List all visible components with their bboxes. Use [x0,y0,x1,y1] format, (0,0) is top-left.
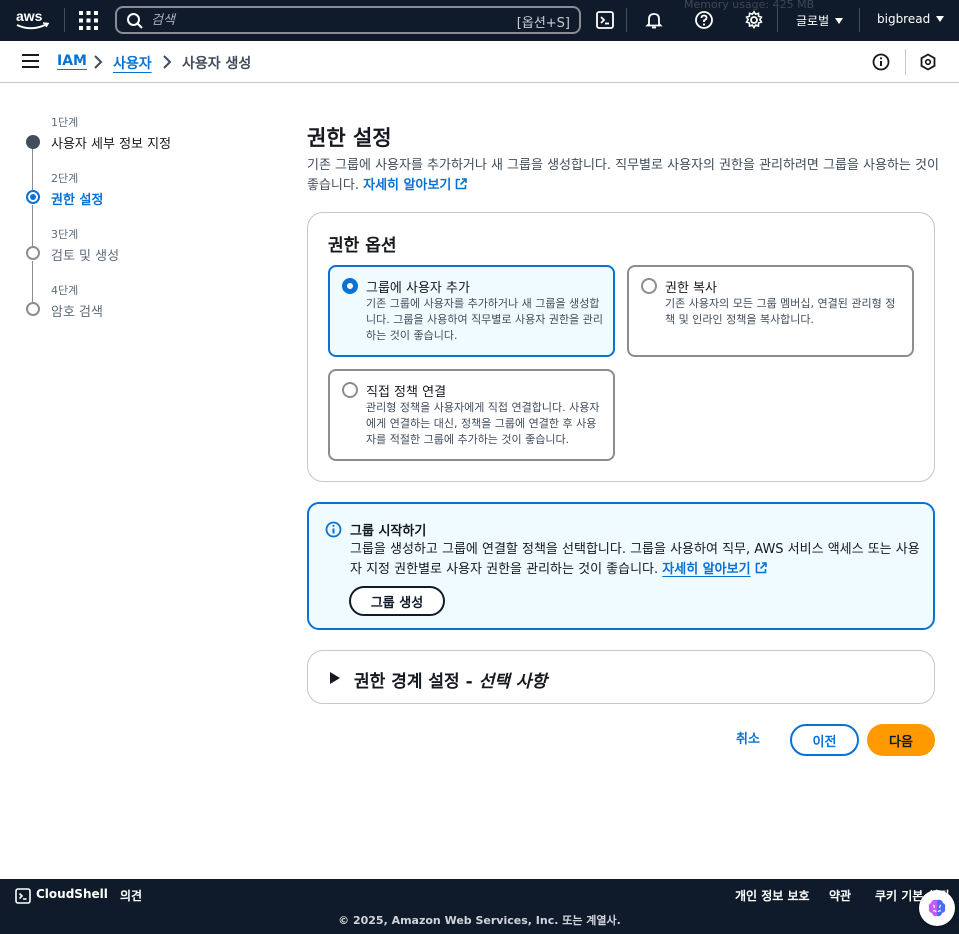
bell-icon[interactable] [644,10,664,30]
radio-unselected[interactable] [342,382,358,398]
option-title: 그룹에 사용자 추가 [366,281,470,296]
info-circle-icon[interactable] [872,53,890,71]
alert-body: 그룹을 생성하고 그룹에 연결할 정책을 선택합니다. 그룹을 사용하여 직무,… [350,540,922,580]
aws-logo[interactable]: aws [14,8,50,32]
chevron-right-icon [94,55,103,69]
option-copy-permissions[interactable]: 권한 복사 기존 사용자의 모든 그룹 멤버십, 연결된 관리형 정책 및 인라… [627,265,914,357]
settings-gear-icon[interactable] [744,10,764,30]
option-title: 직접 정책 연결 [366,385,447,400]
search-input[interactable] [151,10,511,30]
account-menu[interactable]: bigbread [877,12,945,26]
previous-button[interactable]: 이전 [790,724,859,756]
footer-copyright: © 2025, Amazon Web Services, Inc. 또는 계열사… [338,914,621,927]
cloudshell-icon [15,888,31,904]
account-name: bigbread [877,12,931,26]
footer-feedback-link[interactable]: 의견 [120,887,142,904]
expander-title-optional: 선택 사항 [478,672,548,692]
alert-learn-more-link[interactable]: 자세히 알아보기 [662,562,750,577]
footer-privacy-link[interactable]: 개인 정보 보호 [735,887,810,904]
brain-icon [928,899,946,917]
permission-options-panel: 권한 옵션 그룹에 사용자 추가 기존 그룹에 사용자를 추가하거나 새 그룹을… [307,212,935,482]
page-title: 권한 설정 [307,126,392,150]
caret-right-icon [330,672,340,684]
menu-hamburger-icon[interactable] [22,54,39,68]
step-number: 1단계 [51,116,79,129]
learn-more-label: 자세히 알아보기 [363,178,452,193]
alert-learn-more-label: 자세히 알아보기 [662,562,751,577]
nav-divider [626,8,627,32]
step-current-dot [26,190,40,204]
breadcrumb-iam[interactable]: IAM [57,53,87,69]
step-number: 2단계 [51,172,79,185]
option-attach-policies-directly[interactable]: 직접 정책 연결 관리형 정책을 사용자에게 직접 연결합니다. 사용자에게 연… [328,369,615,461]
footer-cloudshell-link[interactable]: CloudShell [36,887,108,901]
breadcrumb-users[interactable]: 사용자 [113,53,152,73]
step-number: 3단계 [51,228,79,241]
option-description: 기존 그룹에 사용자를 추가하거나 새 그룹을 생성합니다. 그룹을 사용하여 … [366,297,603,342]
nav-divider [64,8,65,32]
step-2-label: 권한 설정 [51,193,104,208]
chevron-right-icon [163,55,172,69]
cloudshell-icon[interactable] [595,10,615,30]
radio-selected[interactable] [342,278,358,294]
alert-body-text: 그룹을 생성하고 그룹에 연결할 정책을 선택합니다. 그룹을 사용하여 직무,… [350,542,920,577]
step-connector [32,261,33,302]
step-current-dot-inner [30,194,36,200]
step-connector [32,148,33,190]
radio-unselected[interactable] [641,278,657,294]
step-connector [32,205,33,246]
breadcrumb-divider [905,49,906,75]
permission-options-title: 권한 옵션 [328,236,397,256]
option-description: 기존 사용자의 모든 그룹 멤버십, 연결된 관리형 정책 및 인라인 정책을 … [665,297,896,326]
next-button[interactable]: 다음 [867,724,935,756]
svg-text:aws: aws [16,8,43,24]
hexagon-settings-icon[interactable] [919,53,937,71]
nav-divider [859,8,860,32]
global-search[interactable]: [옵션+S] [115,6,581,34]
alert-title: 그룹 시작하기 [350,524,427,539]
breadcrumb-bar: IAM 사용자 사용자 생성 [0,41,959,83]
region-selector[interactable]: 글로벌 [796,12,844,29]
footer-terms-link[interactable]: 약관 [829,887,851,904]
info-circle-icon [325,521,342,538]
external-link-icon [755,562,767,574]
breadcrumb-current: 사용자 생성 [182,56,252,72]
top-navigation: aws [옵션+S] Memory usage: 425 MB 글로벌 [0,0,959,41]
expander-title-text: 권한 경계 설정 - [354,672,479,692]
caret-down-icon [936,16,945,22]
step-3-label: 검토 및 생성 [51,249,120,264]
cancel-button[interactable]: 취소 [724,728,772,752]
external-link-icon [456,178,468,190]
search-shortcut-hint: [옵션+S] [516,16,570,31]
create-group-button[interactable]: 그룹 생성 [349,586,445,616]
nav-divider [777,8,778,32]
services-grid-icon[interactable] [79,11,98,30]
step-future-dot [26,302,40,316]
step-1-label[interactable]: 사용자 세부 정보 지정 [51,133,171,152]
help-icon[interactable] [694,10,714,30]
step-future-dot [26,246,40,260]
region-label: 글로벌 [796,14,830,28]
option-description: 관리형 정책을 사용자에게 직접 연결합니다. 사용자에게 연결하는 대신, 정… [366,401,600,446]
footer: CloudShell 의견 개인 정보 보호 약관 쿠키 기본 설정 © 202… [0,879,959,934]
learn-more-link[interactable]: 자세히 알아보기 [363,178,468,193]
step-number: 4단계 [51,284,79,297]
permissions-boundary-expander[interactable]: 권한 경계 설정 - 선택 사항 [307,650,935,704]
search-icon [127,13,143,29]
page-description: 기존 그룹에 사용자를 추가하거나 새 그룹을 생성합니다. 직무별로 사용자의… [307,156,939,196]
step-complete-dot [26,135,40,149]
option-title: 권한 복사 [665,281,717,296]
expander-title: 권한 경계 설정 - 선택 사항 [354,667,547,692]
assistant-button[interactable] [919,890,955,926]
step-4-label: 암호 검색 [51,305,103,320]
groups-info-alert: 그룹 시작하기 그룹을 생성하고 그룹에 연결할 정책을 선택합니다. 그룹을 … [307,502,935,630]
option-add-to-group[interactable]: 그룹에 사용자 추가 기존 그룹에 사용자를 추가하거나 새 그룹을 생성합니다… [328,265,615,357]
caret-down-icon [835,18,844,24]
